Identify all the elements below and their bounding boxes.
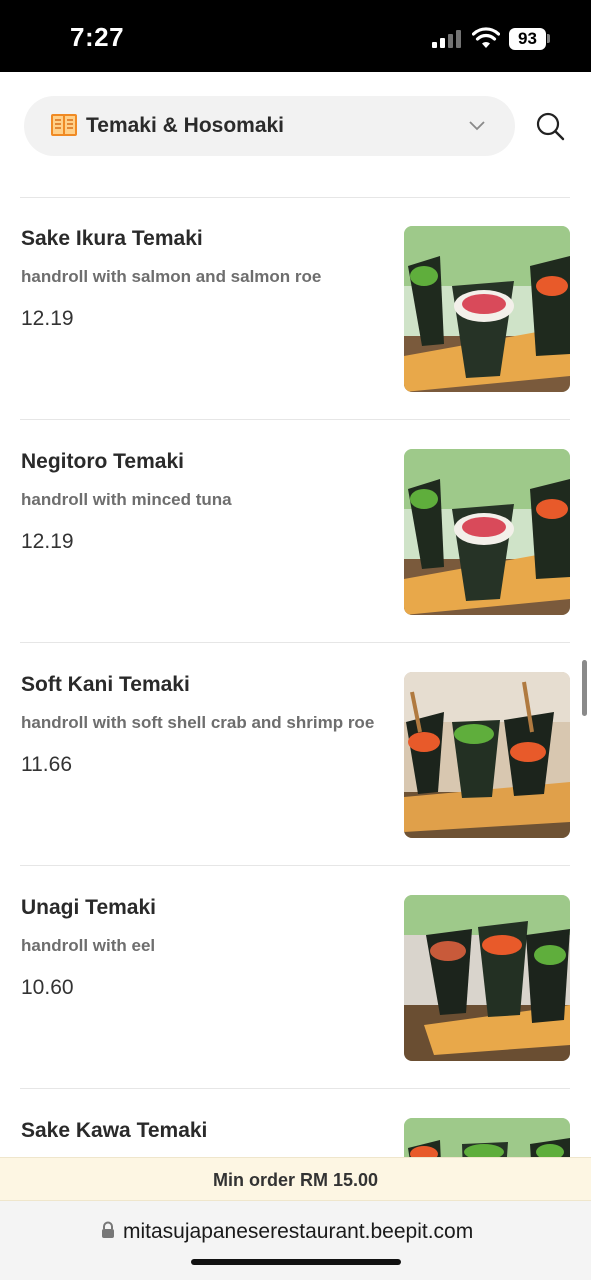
browser-url-bar[interactable]: mitasujapaneserestaurant.beepit.com [0, 1201, 591, 1280]
item-description: handroll with eel [21, 936, 156, 955]
item-name: Sake Ikura Temaki [21, 227, 203, 250]
category-selector[interactable]: Temaki & Hosomaki [24, 96, 515, 156]
status-bar: 7:27 93 [0, 0, 591, 72]
scrollbar[interactable] [582, 660, 587, 716]
category-label: Temaki & Hosomaki [86, 114, 285, 137]
temaki-photo[interactable] [404, 895, 570, 1061]
item-price: 11.66 [21, 753, 72, 776]
temaki-photo[interactable] [404, 449, 570, 615]
item-price: 12.19 [21, 530, 74, 553]
signal-icon [432, 30, 462, 48]
item-name: Negitoro Temaki [21, 450, 184, 473]
temaki-photo[interactable] [404, 226, 570, 392]
item-description: handroll with minced tuna [21, 490, 232, 509]
item-price: 12.19 [21, 307, 74, 330]
item-name: Sake Kawa Temaki [21, 1119, 208, 1142]
item-name: Unagi Temaki [21, 896, 156, 919]
lock-icon [102, 1221, 114, 1238]
home-indicator [191, 1259, 401, 1265]
wifi-icon [472, 27, 500, 48]
book-icon [51, 114, 77, 136]
chevron-down-icon [469, 121, 485, 131]
battery-icon: 93 [509, 28, 546, 50]
item-name: Soft Kani Temaki [21, 673, 190, 696]
temaki-photo[interactable] [404, 672, 570, 838]
item-description: handroll with soft shell crab and shrimp… [21, 713, 375, 732]
min-order-bar: Min order RM 15.00 [0, 1157, 591, 1201]
url-text: mitasujapaneserestaurant.beepit.com [123, 1220, 474, 1243]
search-icon[interactable] [534, 110, 566, 142]
menu-item[interactable]: Sake Ikura Temaki handroll with salmon a… [0, 197, 591, 419]
menu-item[interactable]: Unagi Temaki handroll with eel 10.60 [0, 866, 591, 1088]
battery-tip [547, 34, 550, 43]
status-time: 7:27 [70, 22, 125, 52]
menu-item[interactable]: Negitoro Temaki handroll with minced tun… [0, 420, 591, 642]
item-description: handroll with salmon and salmon roe [21, 267, 322, 286]
min-order-text: Min order RM 15.00 [212, 1170, 379, 1190]
item-price: 10.60 [21, 976, 74, 999]
menu-item[interactable]: Soft Kani Temaki handroll with soft shel… [0, 643, 591, 865]
